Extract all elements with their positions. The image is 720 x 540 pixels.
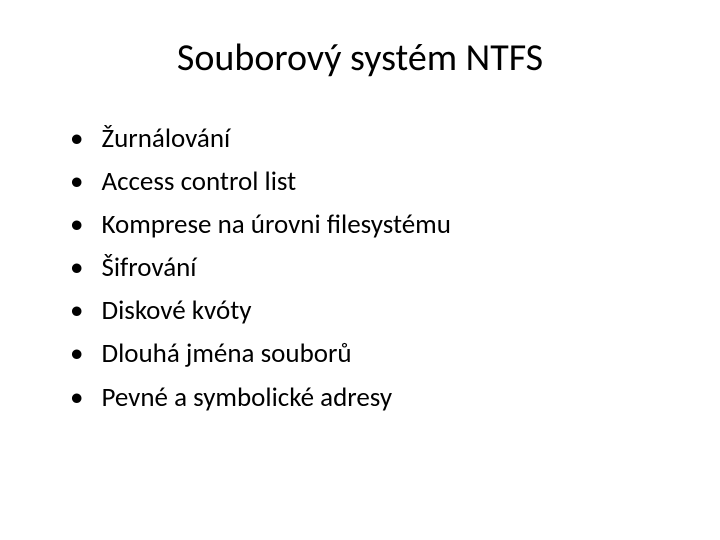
- list-item: • Dlouhá jména souborů: [70, 336, 670, 371]
- bullet-icon: •: [70, 164, 83, 199]
- bullet-text: Dlouhá jména souborů: [101, 336, 351, 371]
- bullet-text: Diskové kvóty: [101, 293, 251, 328]
- list-item: • Žurnálování: [70, 121, 670, 156]
- bullet-icon: •: [70, 380, 83, 415]
- slide-container: Souborový systém NTFS • Žurnálování • Ac…: [0, 0, 720, 540]
- list-item: • Diskové kvóty: [70, 293, 670, 328]
- list-item: • Komprese na úrovni filesystému: [70, 207, 670, 242]
- list-item: • Access control list: [70, 164, 670, 199]
- slide-content: • Žurnálování • Access control list • Ko…: [50, 121, 670, 415]
- list-item: • Pevné a symbolické adresy: [70, 380, 670, 415]
- bullet-text: Šifrování: [101, 250, 196, 285]
- bullet-icon: •: [70, 336, 83, 371]
- bullet-text: Žurnálování: [101, 121, 230, 156]
- bullet-icon: •: [70, 293, 83, 328]
- slide-title: Souborový systém NTFS: [50, 35, 670, 81]
- list-item: • Šifrování: [70, 250, 670, 285]
- bullet-icon: •: [70, 250, 83, 285]
- bullet-text: Komprese na úrovni filesystému: [101, 207, 450, 242]
- bullet-icon: •: [70, 121, 83, 156]
- bullet-text: Pevné a symbolické adresy: [101, 380, 392, 415]
- bullet-icon: •: [70, 207, 83, 242]
- bullet-text: Access control list: [101, 164, 296, 199]
